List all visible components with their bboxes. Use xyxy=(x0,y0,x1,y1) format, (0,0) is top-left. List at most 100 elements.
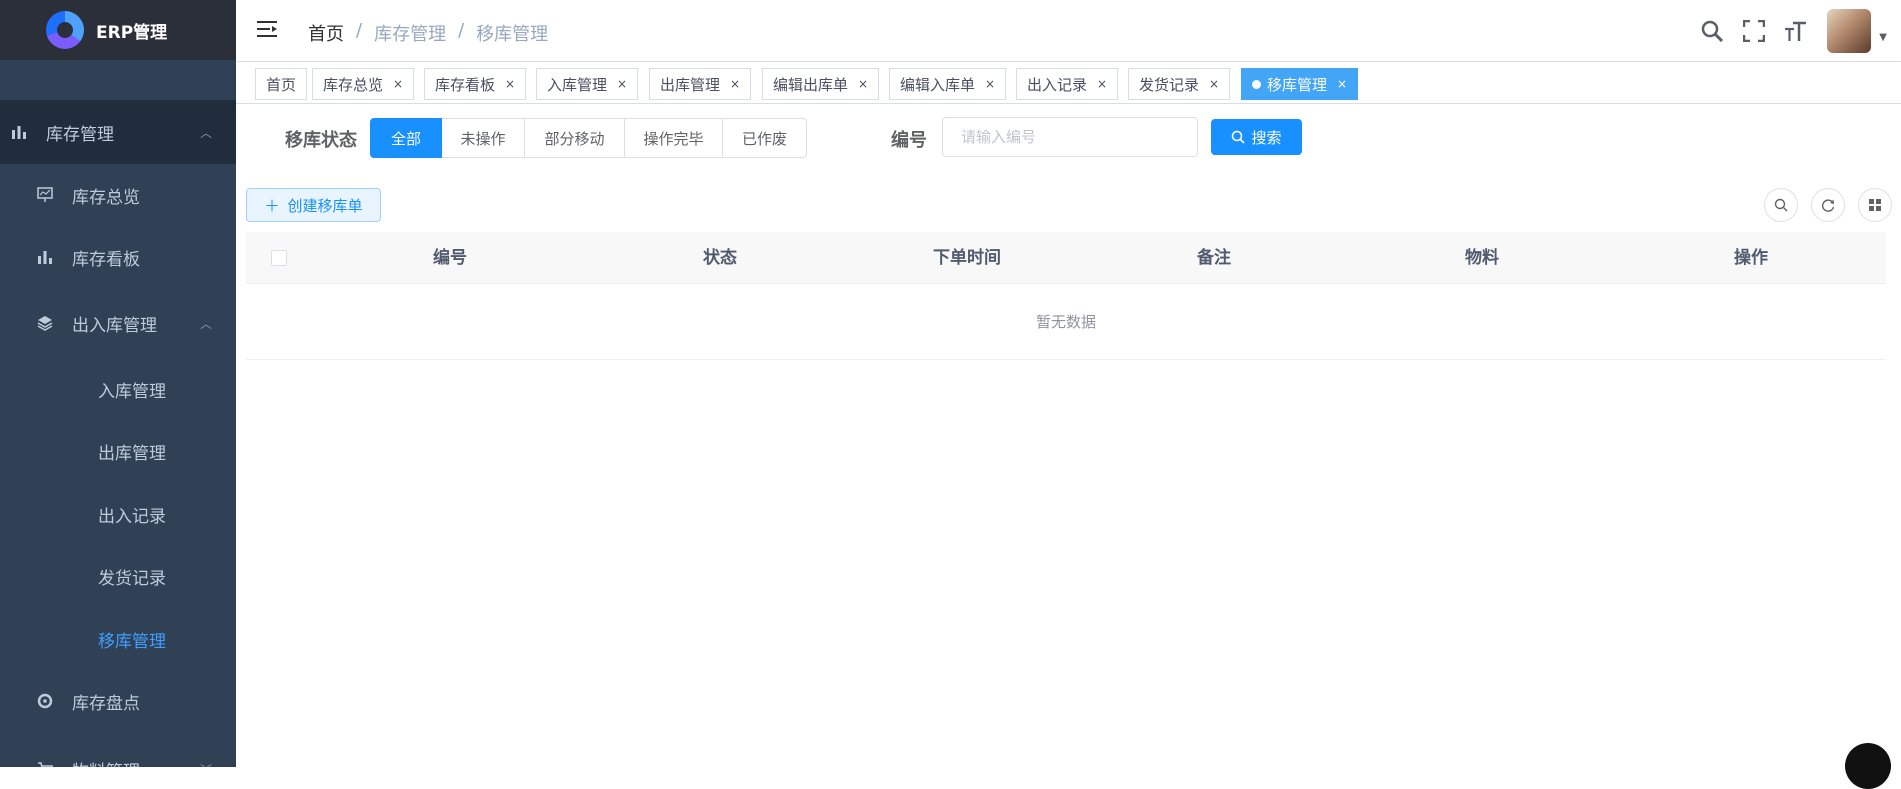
breadcrumb-separator: / xyxy=(458,20,465,41)
chevron-up-icon: ︿ xyxy=(199,125,212,140)
status-option-all[interactable]: 全部 xyxy=(370,118,442,158)
main-content: 移库状态 全部 未操作 部分移动 操作完毕 已作废 编号 搜索 ＋ 创建移库单 … xyxy=(236,104,1901,789)
sidebar-item-stock-overview[interactable]: 库存总览 xyxy=(0,164,236,226)
sidebar-item-outbound[interactable]: 出库管理 xyxy=(0,420,236,482)
breadcrumb-current: 移库管理 xyxy=(476,24,549,45)
create-button-label: 创建移库单 xyxy=(287,196,363,215)
column-header-remark: 备注 xyxy=(1197,248,1231,268)
plus-icon: ＋ xyxy=(264,196,280,215)
tag-edit-outbound[interactable]: 编辑出库单 × xyxy=(762,68,880,100)
tag-label: 出入记录 xyxy=(1027,75,1088,94)
tag-home[interactable]: 首页 xyxy=(255,68,308,100)
sidebar: ERP管理 库存管理 ︿ 库存总览 库存看板 出入库管理 ︿ 入库管理 出库管理… xyxy=(0,0,236,767)
close-icon[interactable]: × xyxy=(730,77,740,91)
monitor-icon xyxy=(36,186,54,204)
sidebar-item-transfer[interactable]: 移库管理 xyxy=(0,608,236,670)
avatar[interactable] xyxy=(1827,9,1872,53)
tag-label: 编辑出库单 xyxy=(773,75,849,94)
tag-label: 出库管理 xyxy=(660,75,721,94)
code-input[interactable] xyxy=(942,117,1198,157)
close-icon[interactable]: × xyxy=(1337,77,1347,91)
tag-stock-board[interactable]: 库存看板 × xyxy=(424,68,527,100)
tag-inbound[interactable]: 入库管理 × xyxy=(536,68,639,100)
create-transfer-button[interactable]: ＋ 创建移库单 xyxy=(246,188,381,222)
layers-icon xyxy=(36,314,54,332)
status-filter-label: 移库状态 xyxy=(285,130,357,151)
column-header-status: 状态 xyxy=(703,248,737,268)
tag-label: 库存看板 xyxy=(435,75,496,94)
tag-transfer[interactable]: 移库管理 × xyxy=(1241,68,1359,100)
columns-button[interactable] xyxy=(1858,188,1892,222)
caret-down-icon[interactable]: ▼ xyxy=(1879,32,1887,43)
sidebar-item-label: 物料管理 xyxy=(72,757,140,768)
search-icon[interactable] xyxy=(1691,5,1733,57)
column-header-code: 编号 xyxy=(433,248,467,268)
status-option-done[interactable]: 操作完毕 xyxy=(625,118,723,158)
sidebar-item-label: 出入记录 xyxy=(98,506,166,527)
sidebar-item-stocktake[interactable]: 库存盘点 xyxy=(0,670,236,732)
sidebar-item-shipping[interactable]: 发货记录 xyxy=(0,545,236,607)
select-all-checkbox[interactable] xyxy=(271,250,287,266)
table-empty: 暂无数据 xyxy=(246,284,1886,360)
search-icon xyxy=(1232,130,1246,144)
tag-records[interactable]: 出入记录 × xyxy=(1016,68,1119,100)
close-icon[interactable]: × xyxy=(985,77,995,91)
font-size-icon[interactable] xyxy=(1775,5,1817,57)
breadcrumb-separator: / xyxy=(356,20,363,41)
bar-chart-icon xyxy=(36,248,54,266)
search-button-label: 搜索 xyxy=(1251,128,1282,147)
cart-icon xyxy=(36,760,54,767)
refresh-button[interactable] xyxy=(1811,188,1845,222)
search-button[interactable]: 搜索 xyxy=(1211,119,1302,155)
tag-edit-inbound[interactable]: 编辑入库单 × xyxy=(889,68,1007,100)
tag-outbound[interactable]: 出库管理 × xyxy=(649,68,752,100)
tag-stock-overview[interactable]: 库存总览 × xyxy=(312,68,415,100)
sidebar-item-in-out[interactable]: 出入库管理 ︿ xyxy=(0,292,236,354)
sidebar-item-label: 库存管理 xyxy=(46,124,114,145)
chevron-down-icon: ﹀ xyxy=(200,761,212,768)
bar-chart-icon xyxy=(10,123,28,141)
logo[interactable]: ERP管理 xyxy=(0,0,236,60)
status-option-void[interactable]: 已作废 xyxy=(723,118,807,158)
sidebar-item-inbound[interactable]: 入库管理 xyxy=(0,358,236,420)
sidebar-item-label: 发货记录 xyxy=(98,568,166,589)
sidebar-item-label: 库存盘点 xyxy=(72,693,140,714)
status-option-pending[interactable]: 未操作 xyxy=(442,118,525,158)
breadcrumb-home[interactable]: 首页 xyxy=(308,20,344,46)
sidebar-item-inventory[interactable]: 库存管理 ︿ xyxy=(0,100,236,164)
tags-view: 首页 库存总览 × 库存看板 × 入库管理 × 出库管理 × 编辑出库单 × 编辑入库单 ×… xyxy=(236,62,1901,104)
tag-label: 编辑入库单 xyxy=(900,75,976,94)
empty-text: 暂无数据 xyxy=(1035,313,1096,331)
tag-label: 移库管理 xyxy=(1267,75,1328,94)
close-icon[interactable]: × xyxy=(505,77,515,91)
hamburger-icon[interactable] xyxy=(256,18,278,40)
sidebar-item-records[interactable]: 出入记录 xyxy=(0,483,236,545)
sidebar-item-materials[interactable]: 物料管理 ﹀ xyxy=(0,738,236,767)
close-icon[interactable]: × xyxy=(393,77,403,91)
column-header-actions: 操作 xyxy=(1734,248,1768,268)
sidebar-item-label: 库存总览 xyxy=(72,187,140,208)
tag-label: 库存总览 xyxy=(323,75,384,94)
tag-label: 入库管理 xyxy=(547,75,608,94)
toggle-search-button[interactable] xyxy=(1764,188,1798,222)
tag-shipping[interactable]: 发货记录 × xyxy=(1128,68,1231,100)
target-icon xyxy=(36,692,54,710)
sidebar-item-label: 库存看板 xyxy=(72,249,140,270)
sidebar-item-label: 出库管理 xyxy=(98,443,166,464)
column-header-order-time: 下单时间 xyxy=(933,248,1001,268)
close-icon[interactable]: × xyxy=(858,77,868,91)
tag-label: 发货记录 xyxy=(1139,75,1200,94)
floating-widget[interactable] xyxy=(1845,743,1891,789)
close-icon[interactable]: × xyxy=(1097,77,1107,91)
column-header-material: 物料 xyxy=(1465,248,1499,268)
sidebar-item-stock-board[interactable]: 库存看板 xyxy=(0,226,236,288)
close-icon[interactable]: × xyxy=(617,77,627,91)
header-actions: ▼ xyxy=(1691,5,1887,57)
fullscreen-icon[interactable] xyxy=(1733,5,1775,57)
transfer-table: 编号 状态 下单时间 备注 物料 操作 暂无数据 xyxy=(246,232,1886,360)
refresh-icon xyxy=(1822,199,1835,212)
status-option-partial[interactable]: 部分移动 xyxy=(525,118,625,158)
logo-icon xyxy=(46,11,84,49)
close-icon[interactable]: × xyxy=(1209,77,1219,91)
chevron-up-icon: ︿ xyxy=(199,316,212,331)
